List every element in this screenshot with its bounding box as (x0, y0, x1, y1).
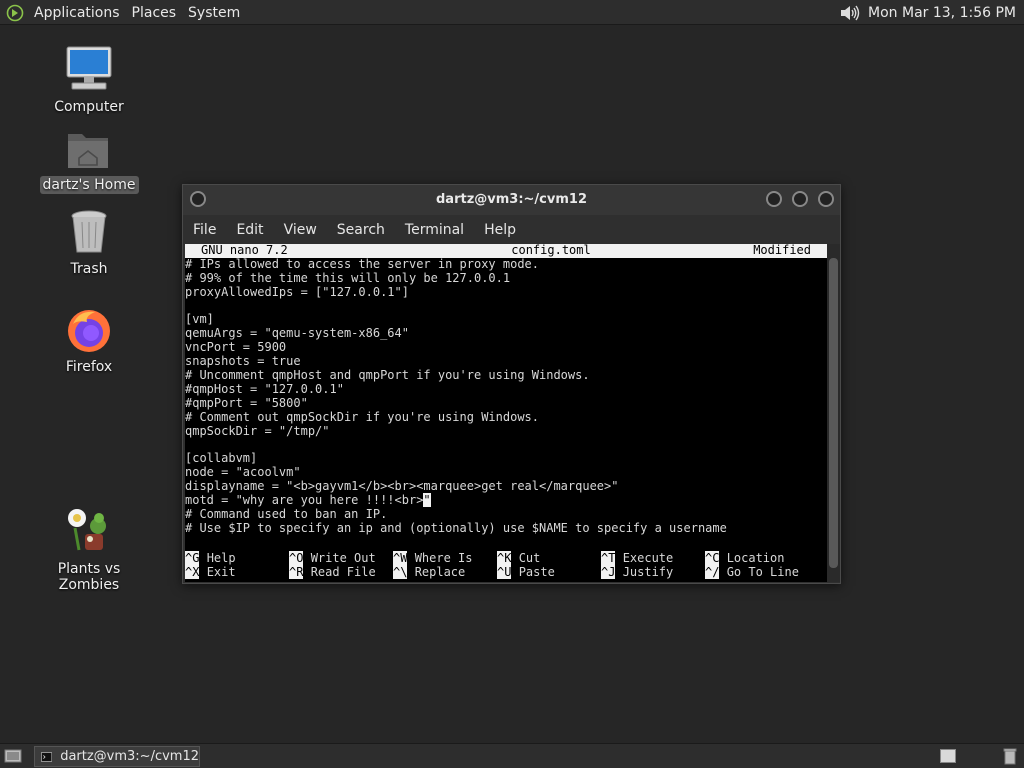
editor-line: qmpSockDir = "/tmp/" (185, 423, 330, 438)
editor-line: #qmpPort = "5800" (185, 395, 308, 410)
menu-edit[interactable]: Edit (226, 222, 273, 238)
desktop-icon-trash[interactable]: Trash (34, 208, 144, 278)
trash-icon (71, 210, 107, 253)
editor-line: node = "acoolvm" (185, 465, 301, 480)
editor-line-cursor: motd = "why are you here !!!!<br>" (185, 493, 827, 508)
editor-line: # 99% of the time this will only be 127.… (185, 270, 511, 285)
distro-logo-icon[interactable] (6, 4, 24, 22)
menu-file[interactable]: File (183, 222, 226, 238)
editor-line: vncPort = 5900 (185, 340, 287, 355)
editor-line: # Uncomment qmpHost and qmpPort if you'r… (185, 368, 590, 383)
show-desktop-icon[interactable] (4, 748, 22, 764)
desktop-icon-label: Computer (54, 99, 124, 115)
editor-line: proxyAllowedIps = ["127.0.0.1"] (185, 284, 409, 299)
shortcut-justify: ^J Justify (601, 564, 674, 579)
trash-applet-icon[interactable] (1003, 747, 1017, 765)
desktop-icon-label: Plants vs Zombies (57, 561, 121, 593)
nano-filename: config.toml (511, 244, 591, 257)
close-button[interactable] (818, 191, 834, 207)
editor-line: # Use $IP to specify an ip and (optional… (185, 520, 727, 535)
terminal-icon (41, 751, 53, 762)
shortcut-read-file: ^R Read File (289, 564, 376, 579)
shortcut-paste: ^U Paste (497, 564, 555, 579)
desktop-icon-firefox[interactable]: Firefox (34, 306, 144, 376)
computer-icon (66, 46, 112, 90)
top-panel: Applications Places System Mon Mar 13, 1… (0, 0, 1024, 25)
shortcut-execute: ^T Execute (601, 551, 674, 565)
menu-view[interactable]: View (274, 222, 327, 238)
shortcut-row: ^X Exit ^R Read File ^\ Replace ^U Paste… (185, 564, 827, 580)
nano-version: GNU nano 7.2 (201, 244, 288, 257)
taskbar-terminal-button[interactable]: dartz@vm3:~/cvm12 (34, 746, 200, 767)
editor-line: # Command used to ban an IP. (185, 506, 388, 521)
shortcut-location: ^C Location (705, 551, 785, 565)
menu-applications[interactable]: Applications (28, 5, 126, 21)
taskbar-task-label: dartz@vm3:~/cvm12 (60, 749, 199, 764)
editor-line: # Comment out qmpSockDir if you're using… (185, 409, 540, 424)
editor-line: [collabvm] (185, 451, 258, 466)
desktop-icon-label: dartz's Home (39, 176, 139, 194)
editor-line: qemuArgs = "qemu-system-x86_64" (185, 326, 409, 341)
editor-line: snapshots = true (185, 354, 301, 369)
terminal-window: dartz@vm3:~/cvm12 File Edit View Search … (182, 184, 841, 584)
scrollbar-thumb[interactable] (829, 258, 838, 568)
editor-line: displayname = "<b>gayvm1</b><br><marquee… (185, 479, 619, 494)
clock[interactable]: Mon Mar 13, 1:56 PM (868, 5, 1016, 21)
terminal-content[interactable]: GNU nano 7.2 config.toml Modified # IPs … (185, 244, 827, 582)
desktop-icon-label: Trash (70, 261, 108, 277)
firefox-icon (68, 310, 110, 352)
menu-system[interactable]: System (182, 5, 246, 21)
workspace-switcher[interactable] (940, 749, 956, 763)
menu-terminal[interactable]: Terminal (395, 222, 474, 238)
window-title: dartz@vm3:~/cvm12 (436, 192, 587, 207)
bottom-panel: dartz@vm3:~/cvm12 (0, 743, 1024, 768)
home-folder-icon (68, 134, 108, 168)
shortcut-write-out: ^O Write Out (289, 551, 376, 565)
terminal-menubar: File Edit View Search Terminal Help (183, 218, 526, 242)
shortcut-exit: ^X Exit (185, 564, 236, 579)
shortcut-cut: ^K Cut (497, 551, 541, 565)
desktop-icon-plants-vs-zombies[interactable]: Plants vs Zombies (34, 506, 144, 594)
desktop-icon-computer[interactable]: Computer (34, 44, 144, 116)
menu-help[interactable]: Help (474, 222, 526, 238)
menu-places[interactable]: Places (126, 5, 183, 21)
editor-line-text: motd = "why are you here !!!!<br> (185, 493, 424, 508)
top-menu: Applications Places System (6, 0, 246, 25)
window-titlebar[interactable]: dartz@vm3:~/cvm12 (183, 185, 840, 215)
shortcut-go-to-line: ^/ Go To Line (705, 564, 799, 579)
shortcut-replace: ^\ Replace (393, 564, 466, 579)
shortcut-where-is: ^W Where Is (393, 551, 473, 565)
editor-line: # IPs allowed to access the server in pr… (185, 256, 540, 271)
nano-status: Modified (753, 244, 811, 257)
desktop-icon-label: Firefox (65, 359, 113, 375)
minimize-button[interactable] (766, 191, 782, 207)
maximize-button[interactable] (792, 191, 808, 207)
plants-vs-zombies-icon (68, 509, 106, 551)
volume-icon[interactable] (838, 3, 860, 23)
shortcut-help: ^G Help (185, 551, 236, 565)
text-cursor: " (423, 493, 431, 508)
desktop-icon-home[interactable]: dartz's Home (34, 126, 144, 194)
terminal-scrollbar[interactable] (827, 244, 840, 582)
editor-line: [vm] (185, 312, 214, 327)
nano-header: GNU nano 7.2 config.toml Modified (185, 244, 827, 258)
shortcut-row: ^G Help ^O Write Out ^W Where Is ^K Cut … (185, 551, 827, 566)
menu-search[interactable]: Search (327, 222, 395, 238)
top-panel-tray: Mon Mar 13, 1:56 PM (838, 0, 1016, 25)
nano-shortcuts: ^G Help ^O Write Out ^W Where Is ^K Cut … (185, 551, 827, 580)
editor-line: #qmpHost = "127.0.0.1" (185, 381, 344, 396)
